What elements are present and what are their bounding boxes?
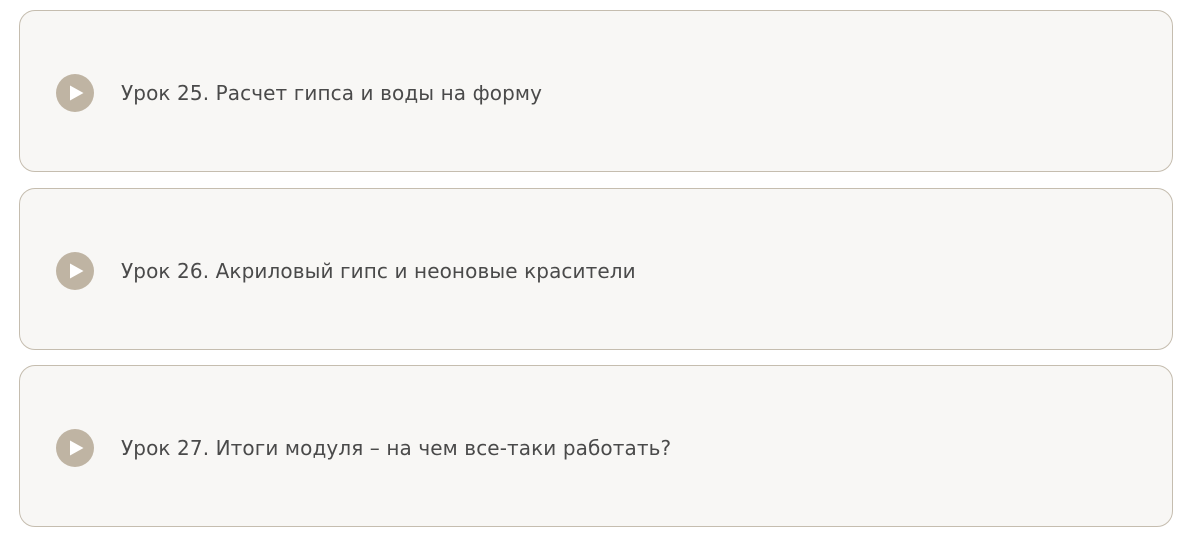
- lesson-card-26[interactable]: Урок 26. Акриловый гипс и неоновые краси…: [19, 188, 1173, 350]
- lesson-title: Урок 27. Итоги модуля – на чем все-таки …: [121, 436, 672, 460]
- play-icon[interactable]: [56, 74, 94, 112]
- lesson-card-27[interactable]: Урок 27. Итоги модуля – на чем все-таки …: [19, 365, 1173, 527]
- lesson-title: Урок 26. Акриловый гипс и неоновые краси…: [121, 259, 636, 283]
- lesson-list: Урок 25. Расчет гипса и воды на форму Ур…: [0, 0, 1200, 539]
- lesson-card-25[interactable]: Урок 25. Расчет гипса и воды на форму: [19, 10, 1173, 172]
- play-icon[interactable]: [56, 252, 94, 290]
- lesson-title: Урок 25. Расчет гипса и воды на форму: [121, 81, 543, 105]
- play-icon[interactable]: [56, 429, 94, 467]
